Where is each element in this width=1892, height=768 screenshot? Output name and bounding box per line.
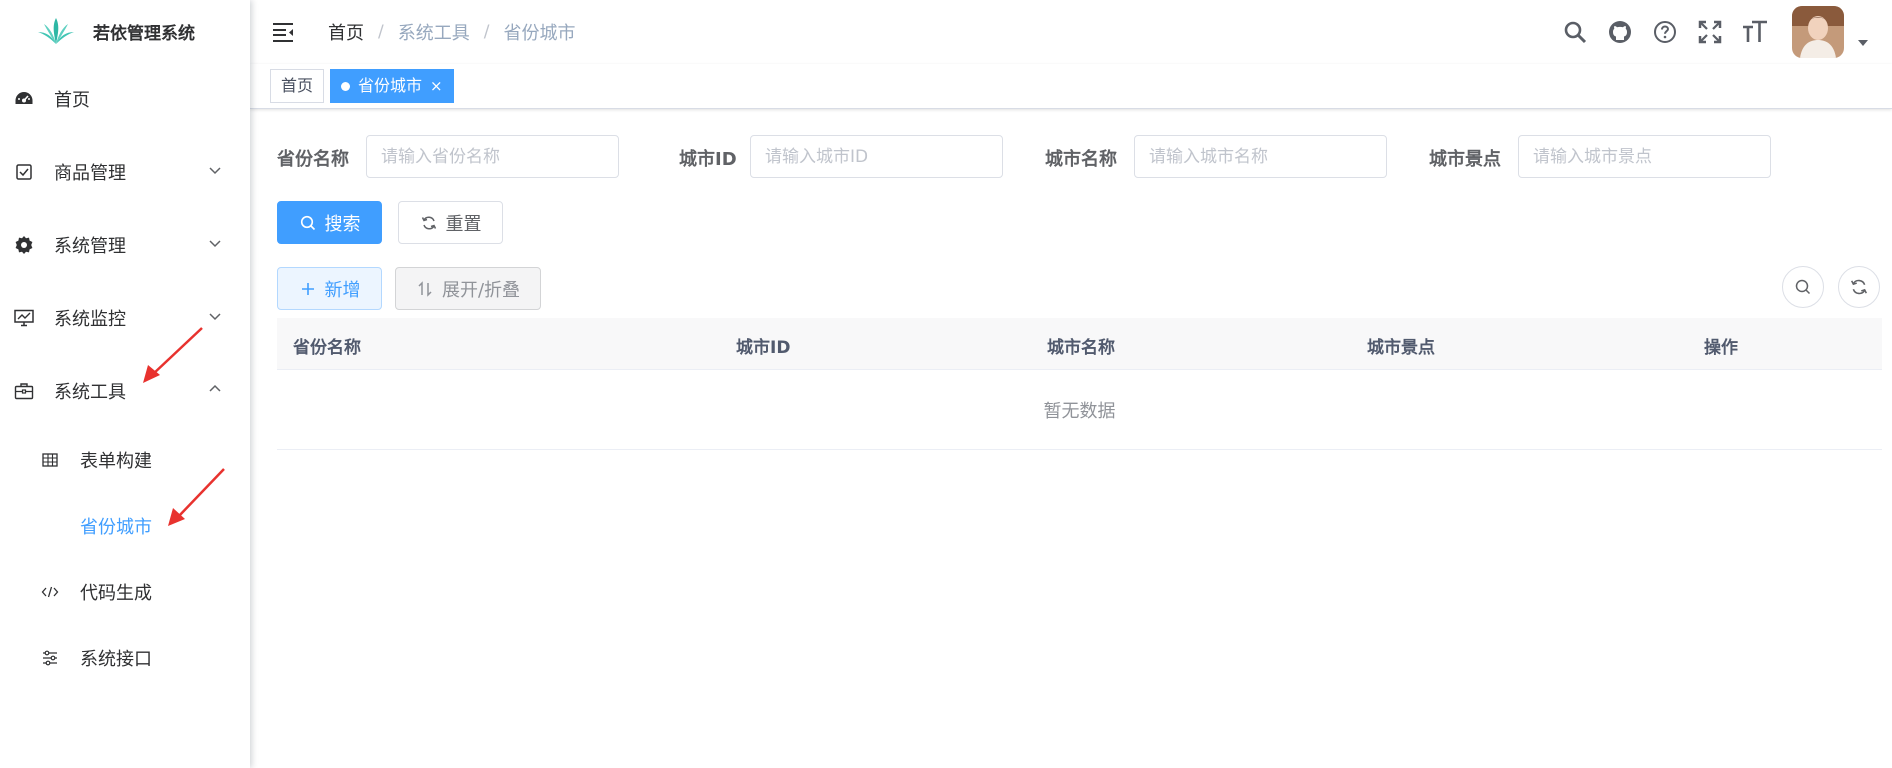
gear-icon <box>12 233 36 257</box>
tag-label: 省份城市 <box>358 76 423 95</box>
close-icon[interactable]: × <box>430 70 443 102</box>
right-menu <box>1562 0 1892 64</box>
add-button-label: 新增 <box>324 279 361 301</box>
search-button-label: 搜索 <box>324 213 361 235</box>
logo[interactable]: 若依管理系统 <box>0 0 250 62</box>
refresh-table-button[interactable] <box>1838 266 1880 308</box>
search-icon[interactable] <box>1562 19 1588 45</box>
breadcrumb-tools: 系统工具 <box>397 23 470 44</box>
sidebar-subitem-code-gen[interactable]: 代码生成 <box>0 559 250 625</box>
search-icon <box>1795 279 1811 295</box>
reset-button[interactable]: 重置 <box>398 201 503 244</box>
dashboard-icon <box>12 87 36 111</box>
sidebar-item-label: 系统监控 <box>54 308 126 330</box>
chevron-up-icon <box>209 384 221 392</box>
sidebar-item-label: 系统接口 <box>80 649 152 670</box>
label-province-name: 省份名称 <box>277 149 349 170</box>
expand-collapse-button[interactable]: 展开/折叠 <box>395 267 541 310</box>
sort-icon <box>416 280 434 298</box>
tags-view: 首页 省份城市 × <box>250 64 1892 109</box>
logo-icon <box>38 18 74 44</box>
question-icon[interactable] <box>1652 19 1678 45</box>
hamburger-icon[interactable] <box>272 21 294 43</box>
code-icon <box>40 582 60 602</box>
search-button[interactable]: 搜索 <box>277 201 382 244</box>
chevron-down-icon <box>209 313 221 321</box>
sidebar-item-label: 系统管理 <box>54 235 126 257</box>
tag-label: 首页 <box>281 76 314 95</box>
sidebar-item-monitor[interactable]: 系统监控 <box>0 281 250 354</box>
sidebar-item-label: 表单构建 <box>80 451 152 472</box>
label-city-id: 城市ID <box>679 149 737 170</box>
toggle-search-button[interactable] <box>1782 266 1824 308</box>
active-dot-icon <box>341 81 351 91</box>
annotation-arrow <box>143 327 203 383</box>
sidebar-item-label: 系统工具 <box>54 381 126 403</box>
sidebar-item-label: 商品管理 <box>54 162 126 184</box>
annotation-arrow <box>168 468 225 526</box>
breadcrumb-current: 省份城市 <box>503 23 576 44</box>
checkbox-icon <box>12 160 36 184</box>
sidebar-item-label: 省份城市 <box>80 517 152 538</box>
table-icon <box>40 450 60 470</box>
font-size-icon[interactable] <box>1742 19 1768 45</box>
empty-text: 暂无数据 <box>1043 400 1116 422</box>
sidebar-item-goods[interactable]: 商品管理 <box>0 135 250 208</box>
refresh-icon <box>420 214 438 232</box>
expand-collapse-label: 展开/折叠 <box>441 279 521 301</box>
chevron-down-icon <box>209 240 221 248</box>
tag-home[interactable]: 首页 <box>270 69 325 103</box>
main-content: 省份名称 城市ID 城市名称 城市景点 搜索 重置 新增 展开/折叠 <box>250 110 1892 768</box>
navbar: 首页 / 系统工具 / 省份城市 <box>250 0 1892 64</box>
city-attraction-input[interactable] <box>1518 135 1771 178</box>
breadcrumb: 首页 / 系统工具 / 省份城市 <box>328 19 575 45</box>
fullscreen-icon[interactable] <box>1697 19 1723 45</box>
column-header: 省份名称 <box>293 338 361 358</box>
reset-button-label: 重置 <box>445 213 482 235</box>
city-name-input[interactable] <box>1134 135 1387 178</box>
sidebar-item-home[interactable]: 首页 <box>0 62 250 135</box>
table-body: 暂无数据 <box>277 370 1882 450</box>
sidebar-item-label: 首页 <box>54 89 90 111</box>
github-icon[interactable] <box>1607 19 1633 45</box>
monitor-icon <box>12 306 36 330</box>
data-table: 省份名称 城市ID 城市名称 城市景点 操作 暂无数据 <box>277 318 1882 450</box>
breadcrumb-separator: / <box>483 22 490 42</box>
sliders-icon <box>40 648 60 668</box>
table-header: 省份名称 城市ID 城市名称 城市景点 操作 <box>277 318 1882 370</box>
plus-icon <box>299 280 317 298</box>
province-name-input[interactable] <box>366 135 619 178</box>
breadcrumb-home[interactable]: 首页 <box>328 19 364 45</box>
sidebar-item-label: 代码生成 <box>80 583 152 604</box>
sidebar-subitem-api[interactable]: 系统接口 <box>0 625 250 691</box>
sidebar-item-system[interactable]: 系统管理 <box>0 208 250 281</box>
avatar[interactable] <box>1792 6 1844 58</box>
column-header: 城市景点 <box>1367 338 1435 358</box>
search-icon <box>299 214 317 232</box>
sidebar: 若依管理系统 首页 商品管理 系统管理 系统监控 系统工具 表单构建 省份城市 … <box>0 0 250 768</box>
city-id-input[interactable] <box>750 135 1003 178</box>
column-header: 操作 <box>1704 338 1738 358</box>
breadcrumb-separator: / <box>378 22 384 42</box>
app-title: 若依管理系统 <box>93 23 195 44</box>
label-city-name: 城市名称 <box>1045 149 1117 170</box>
column-header: 城市名称 <box>1047 338 1115 358</box>
chevron-down-icon <box>209 167 221 175</box>
caret-down-icon[interactable] <box>1858 39 1868 47</box>
add-button[interactable]: 新增 <box>277 267 382 310</box>
sidebar-item-tools[interactable]: 系统工具 <box>0 354 250 427</box>
tag-province-city[interactable]: 省份城市 × <box>330 69 454 103</box>
label-city-attraction: 城市景点 <box>1429 149 1501 170</box>
refresh-icon <box>1850 279 1868 295</box>
toolbox-icon <box>12 379 36 403</box>
column-header: 城市ID <box>736 338 791 358</box>
